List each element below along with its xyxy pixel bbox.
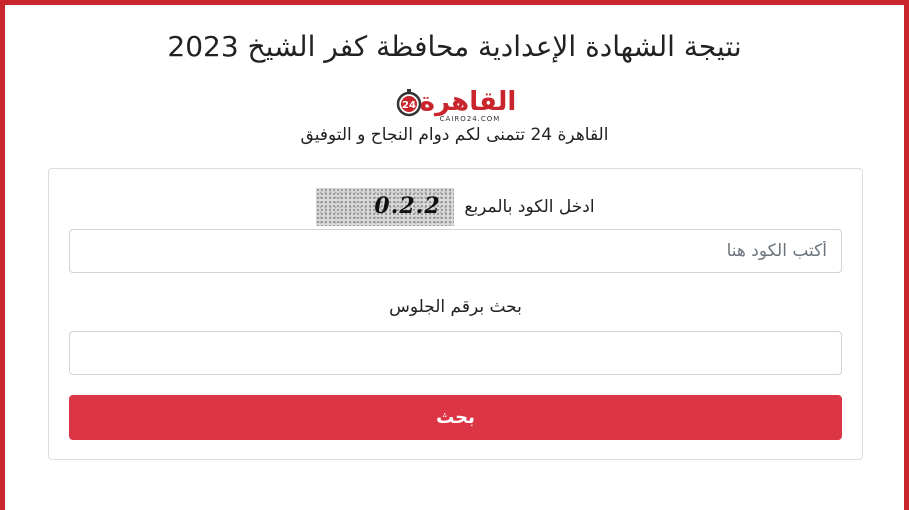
captcha-text: 0.2.2 xyxy=(374,193,441,219)
svg-text:القاهرة: القاهرة xyxy=(420,87,517,117)
page-title: نتيجة الشهادة الإعدادية محافظة كفر الشيخ… xyxy=(167,30,742,63)
captcha-image: 0.2.2 xyxy=(316,188,455,226)
search-form-card: ادخل الكود بالمربع 0.2.2 بحث برقم الجلوس… xyxy=(48,168,863,460)
captcha-label: ادخل الكود بالمربع xyxy=(464,197,595,217)
seat-number-label: بحث برقم الجلوس xyxy=(389,297,522,317)
page-subtitle: القاهرة 24 تتمنى لكم دوام النجاح و التوف… xyxy=(300,125,609,145)
search-button[interactable]: بحث xyxy=(69,395,842,440)
svg-text:24: 24 xyxy=(402,100,416,111)
captcha-code-input[interactable] xyxy=(69,229,842,273)
cairo24-logo: 24 القاهرة CAIRO24.COM xyxy=(396,87,517,123)
captcha-row: ادخل الكود بالمربع 0.2.2 xyxy=(49,187,862,227)
svg-text:CAIRO24.COM: CAIRO24.COM xyxy=(440,115,501,123)
seat-number-input[interactable] xyxy=(69,331,842,375)
